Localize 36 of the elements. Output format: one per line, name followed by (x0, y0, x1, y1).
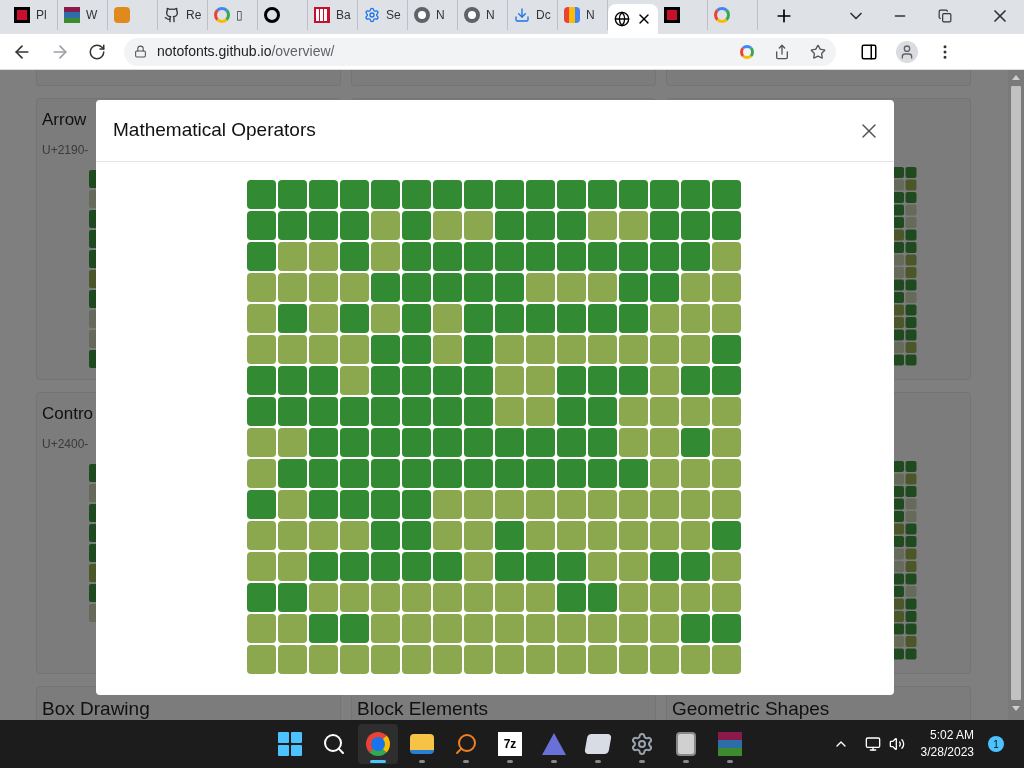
tab-title: N (436, 7, 445, 24)
url-text: notofonts.github.io/overview/ (157, 42, 335, 61)
tab-title: W (86, 7, 98, 24)
card-range: U+2190- (42, 141, 89, 159)
clock-date: 3/28/2023 (920, 744, 974, 761)
browser-tab[interactable]: N (458, 0, 508, 30)
browser-tab[interactable]: Ba (308, 0, 358, 30)
notification-badge[interactable]: 1 (988, 736, 1004, 752)
browser-tab[interactable]: Re (158, 0, 208, 30)
address-bar[interactable]: notofonts.github.io/overview/ (124, 37, 836, 66)
tab-title: Re (186, 7, 202, 24)
taskbar-button[interactable]: 7z (490, 724, 530, 764)
tab-title: ▯ (236, 7, 243, 24)
tab-title: Dc (536, 7, 551, 24)
browser-tab[interactable]: W (58, 0, 108, 30)
tab-title: Ba (336, 7, 351, 24)
browser-tab[interactable]: N (558, 0, 608, 30)
browser-tab[interactable]: N (408, 0, 458, 30)
browser-tab[interactable]: Pl (8, 0, 58, 30)
browser-tab[interactable]: Se (358, 0, 408, 30)
card-range: U+2400- (42, 435, 89, 453)
tab-title: Pl (36, 7, 47, 24)
tab-title: N (586, 7, 595, 24)
tab-title: Se (386, 7, 401, 24)
card-title: Box Drawing (42, 698, 150, 719)
modal-title: Mathematical Operators (113, 118, 316, 143)
archive-icon: 7z (498, 732, 522, 756)
clock-time: 5:02 AM (929, 727, 974, 744)
tab-title: N (486, 7, 495, 24)
browser-tab[interactable]: ▯ (208, 0, 258, 30)
card-title: Contro (42, 403, 94, 425)
card-title: Block Elements (357, 698, 488, 719)
card-title: Geometric Shapes (672, 698, 830, 719)
card-title: Arrow (42, 109, 87, 131)
clock[interactable]: 5:02 AM 3/28/2023 (920, 727, 974, 761)
browser-tab[interactable]: Dc (508, 0, 558, 30)
